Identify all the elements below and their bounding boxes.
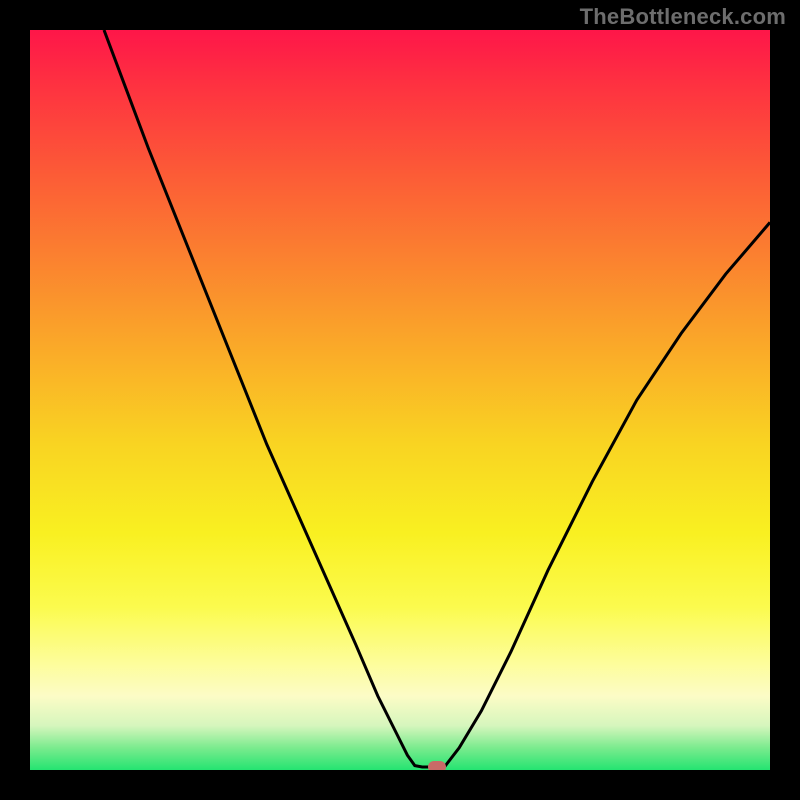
bottleneck-curve xyxy=(30,30,770,770)
chart-frame: TheBottleneck.com xyxy=(0,0,800,800)
plot-area xyxy=(30,30,770,770)
curve-path xyxy=(104,30,770,767)
optimal-point-marker xyxy=(428,761,446,770)
watermark-text: TheBottleneck.com xyxy=(580,4,786,30)
